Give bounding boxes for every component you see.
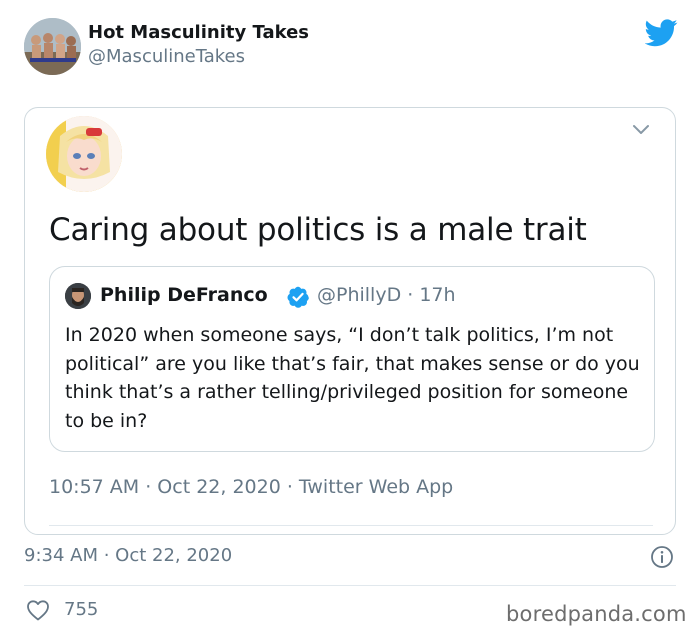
quoted-handle-time[interactable]: @PhillyD · 17h [317,284,456,306]
embedded-tweet-meta[interactable]: 10:57 AM · Oct 22, 2020 · Twitter Web Ap… [49,476,453,498]
quoted-avatar[interactable] [65,283,91,309]
outer-display-name[interactable]: Hot Masculinity Takes [88,22,309,43]
like-count: 755 [64,599,99,620]
chevron-down-icon[interactable] [630,122,652,138]
quoted-tweet-body: In 2020 when someone says, “I don’t talk… [65,324,640,432]
embedded-tweet-text: Caring about politics is a male trait [49,212,587,248]
embedded-tweet-card[interactable]: Caring about politics is a male trait Ph… [24,107,676,535]
verified-badge-icon [287,286,309,308]
watermark: boredpanda.com [506,602,687,626]
embedded-avatar[interactable] [46,116,122,192]
quoted-tweet-card[interactable]: Philip DeFranco @PhillyD · 17h In 2020 w… [49,266,655,452]
outer-handle[interactable]: @MasculineTakes [88,46,245,67]
outer-divider [24,585,676,586]
quoted-display-name[interactable]: Philip DeFranco [100,284,268,306]
heart-icon[interactable] [26,599,50,621]
outer-timestamp[interactable]: 9:34 AM · Oct 22, 2020 [24,545,232,566]
outer-avatar[interactable] [24,18,81,75]
embedded-divider [49,525,653,526]
twitter-bird-icon[interactable] [645,19,678,47]
info-icon[interactable] [650,545,674,569]
